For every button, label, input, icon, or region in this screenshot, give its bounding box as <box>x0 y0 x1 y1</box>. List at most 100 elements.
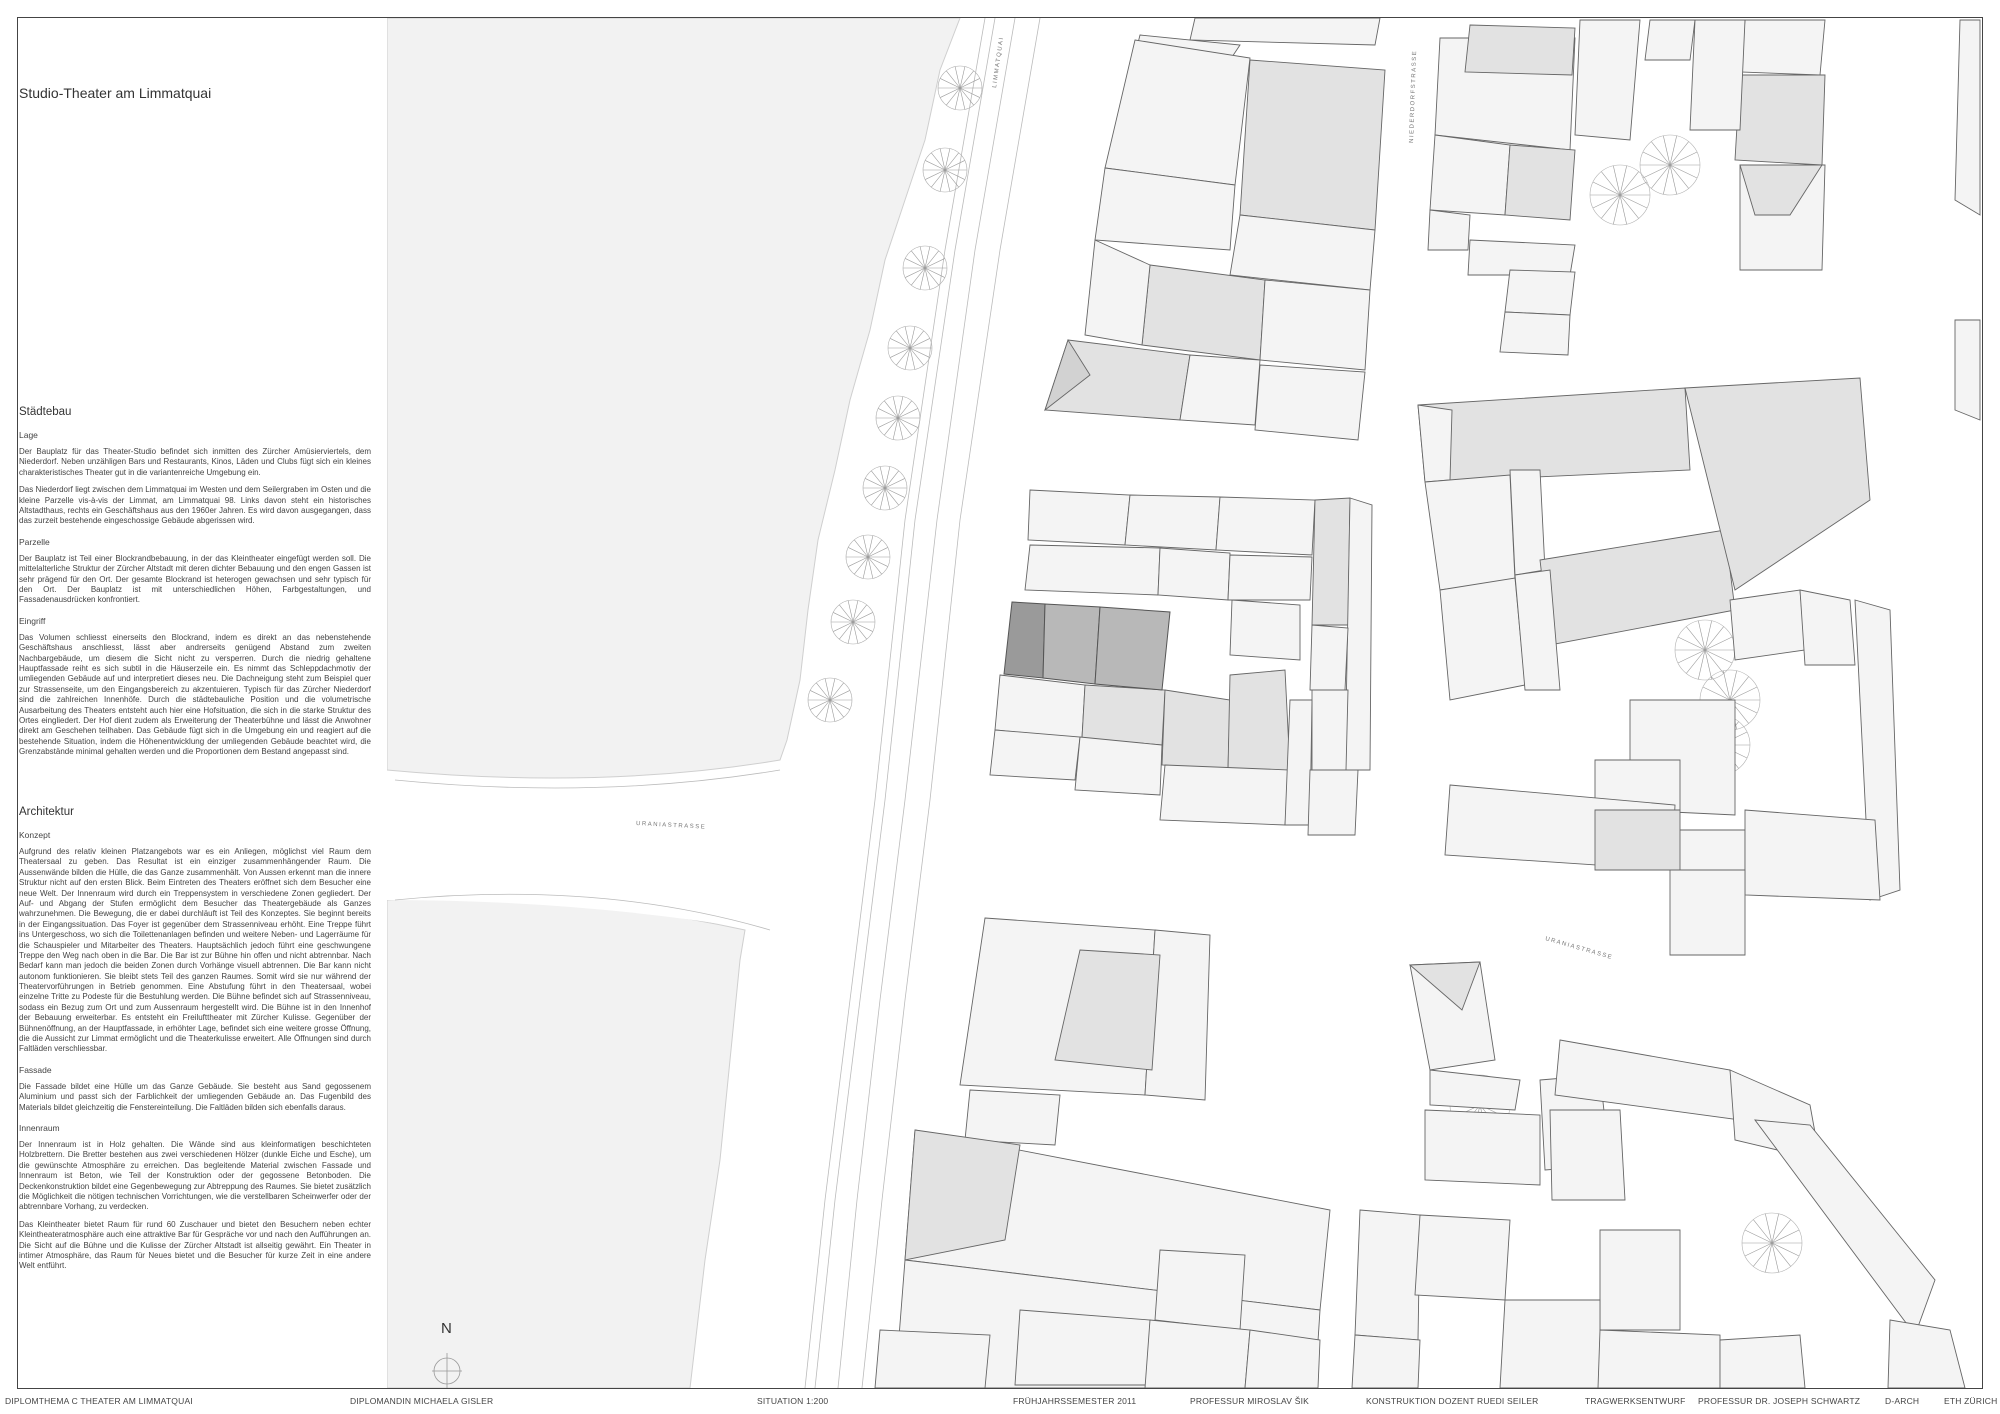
footer-professur-schwartz: PROFESSUR DR. JOSEPH SCHWARTZ <box>1698 1396 1861 1406</box>
building-45 <box>1074 736 1163 796</box>
river-area-north <box>387 18 961 779</box>
building-17 <box>1429 134 1511 216</box>
footer-diplomandin: DIPLOMANDIN MICHAELA GISLER <box>350 1396 494 1406</box>
paragraph-lage-1: Der Bauplatz für das Theater-Studio befi… <box>19 446 371 477</box>
building-57 <box>1729 589 1806 661</box>
building-21 <box>1504 269 1576 316</box>
tree-10 <box>1639 134 1701 196</box>
building-3 <box>1239 59 1386 231</box>
paragraph-parzelle: Der Bauplatz ist Teil einer Blockrandbeb… <box>19 553 371 605</box>
building-15 <box>1464 24 1576 76</box>
building-47 <box>1227 669 1291 771</box>
tree-4 <box>887 325 933 371</box>
site-building-1 <box>1003 601 1046 679</box>
site-theater <box>1003 601 1171 691</box>
building-90 <box>1354 1209 1421 1341</box>
street-label-limmatquai: LIMMATQUAI <box>992 36 1005 88</box>
site-plan-map: LIMMATQUAI NIEDERDORFSTRASSE URANIASTRAS… <box>387 18 1981 1388</box>
building-22 <box>1499 311 1571 356</box>
building-91 <box>1414 1214 1511 1301</box>
street-label-niederdorf: NIEDERDORFSTRASSE <box>1409 50 1418 143</box>
footer-tragwerk: TRAGWERKSENTWURF <box>1585 1396 1686 1406</box>
tree-12 <box>1674 619 1736 681</box>
building-95 <box>1719 1334 1806 1388</box>
building-87 <box>1549 1109 1626 1201</box>
river-area-south <box>387 897 746 1388</box>
building-58 <box>1799 589 1856 666</box>
site-building-2 <box>1042 603 1101 685</box>
building-34 <box>1311 497 1351 626</box>
street-label-urania-2: URANIASTRASSE <box>1544 936 1613 961</box>
building-28 <box>1689 19 1746 131</box>
footer-situation: SITUATION 1:200 <box>757 1396 829 1406</box>
building-68 <box>1594 809 1681 871</box>
subheading-innenraum: Innenraum <box>19 1123 60 1134</box>
subheading-konzept: Konzept <box>19 829 51 840</box>
site-building-3 <box>1094 606 1171 691</box>
tree-8 <box>830 599 876 645</box>
footer-professur-sik: PROFESSUR MIROSLAV ŠIK <box>1190 1396 1310 1406</box>
tree-16 <box>1741 1212 1803 1274</box>
footer-diplomthema: DIPLOMTHEMA C THEATER AM LIMMATQUAI <box>5 1396 193 1406</box>
tree-9 <box>807 677 853 723</box>
building-18 <box>1504 144 1576 221</box>
heading-architektur: Architektur <box>19 806 74 818</box>
tree-5 <box>875 395 921 441</box>
subheading-lage: Lage <box>19 429 38 440</box>
building-29 <box>1954 19 1981 216</box>
footer-strip: DIPLOMTHEMA C THEATER AM LIMMATQUAI DIPL… <box>0 1396 2000 1414</box>
building-39 <box>1229 599 1301 661</box>
section-architektur: Architektur Konzept Aufgrund des relativ… <box>19 805 371 1279</box>
paragraph-lage-2: Das Niederdorf liegt zwischen dem Limmat… <box>19 485 371 526</box>
paragraph-innenraum-2: Das Kleintheater bietet Raum für rund 60… <box>19 1219 371 1271</box>
building-31 <box>1027 489 1131 546</box>
building-32 <box>1124 494 1221 551</box>
tree-11 <box>1589 164 1651 226</box>
poster-sheet: Studio-Theater am Limmatquai Städtebau L… <box>0 0 2000 1414</box>
footer-darch: D-ARCH <box>1885 1396 1920 1406</box>
building-79 <box>1244 1329 1321 1388</box>
paragraph-eingriff: Das Volumen schliesst einerseits den Blo… <box>19 632 371 757</box>
building-65 <box>1669 829 1746 871</box>
footer-semester: FRÜHJAHRSSEMESTER 2011 <box>1013 1396 1137 1406</box>
building-92 <box>1599 1229 1681 1331</box>
building-49 <box>1284 699 1313 826</box>
building-48 <box>1159 764 1291 826</box>
building-4 <box>1104 39 1251 186</box>
building-67 <box>1669 869 1746 956</box>
subheading-eingriff: Eingriff <box>19 615 46 626</box>
tree-6 <box>862 465 908 511</box>
building-54 <box>1509 469 1546 576</box>
subheading-parzelle: Parzelle <box>19 536 50 547</box>
building-83 <box>1429 1069 1521 1111</box>
section-staedtebau: Städtebau Lage Der Bauplatz für das Thea… <box>19 405 371 764</box>
building-51 <box>1417 387 1691 483</box>
heading-staedtebau: Städtebau <box>19 406 72 418</box>
building-20 <box>1467 239 1576 276</box>
building-76 <box>1154 1249 1246 1331</box>
building-23 <box>1644 19 1696 61</box>
paragraph-konzept: Aufgrund des relativ kleinen Platzangebo… <box>19 846 371 1054</box>
building-12 <box>1254 364 1366 441</box>
building-44 <box>989 729 1081 781</box>
footer-konstruktion: KONSTRUKTION DOZENT RUEDI SEILER <box>1366 1396 1539 1406</box>
building-80 <box>874 1329 991 1388</box>
building-24 <box>1739 19 1826 76</box>
tree-1 <box>937 65 983 111</box>
building-89 <box>1754 1119 1936 1336</box>
building-42 <box>994 674 1086 739</box>
building-66 <box>1744 809 1881 901</box>
building-30 <box>1954 319 1981 421</box>
river-limmat <box>387 18 961 1388</box>
building-11 <box>1179 354 1261 426</box>
building-77 <box>1014 1309 1151 1386</box>
building-46 <box>1161 689 1231 771</box>
building-25 <box>1734 74 1826 166</box>
building-93 <box>1499 1299 1601 1388</box>
tree-2 <box>922 147 968 193</box>
building-35 <box>1344 497 1373 771</box>
paragraph-innenraum-1: Der Innenraum ist in Holz gehalten. Die … <box>19 1140 371 1212</box>
building-97 <box>1887 1319 1966 1388</box>
building-94 <box>1597 1329 1721 1388</box>
paragraph-fassade: Die Fassade bildet eine Hülle um das Gan… <box>19 1081 371 1112</box>
